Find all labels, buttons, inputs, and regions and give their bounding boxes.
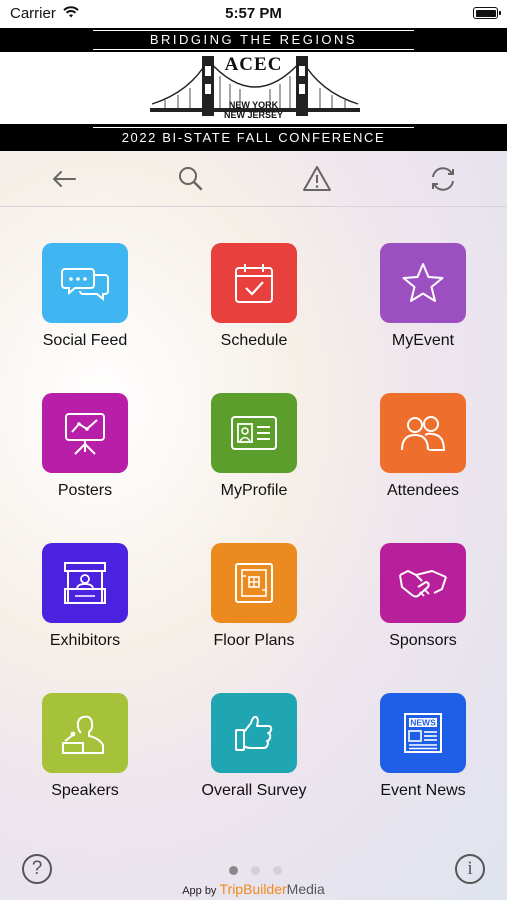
event-banner: BRIDGING THE REGIONS ACEC NEW YORK NEW J… [0, 28, 507, 151]
clock: 5:57 PM [225, 5, 282, 22]
tile-label: Sponsors [389, 632, 457, 649]
star-icon [402, 263, 444, 302]
newspaper-icon: NEWS [404, 713, 442, 753]
tile-exhibitors[interactable]: Exhibitors [15, 543, 155, 673]
floor-plan-icon [235, 563, 273, 603]
search-icon[interactable] [175, 163, 207, 195]
thumbs-up-icon [235, 715, 273, 751]
chat-bubbles-icon [61, 268, 109, 302]
tile-label: Schedule [220, 332, 288, 349]
battery-icon [473, 7, 501, 19]
tile-icon-bg [380, 543, 466, 623]
banner-tagline: BRIDGING THE REGIONS [0, 28, 507, 52]
tile-overall-survey[interactable]: Overall Survey [184, 693, 324, 823]
tile-icon-bg [211, 543, 297, 623]
people-icon [401, 416, 446, 451]
tile-social-feed[interactable]: Social Feed [15, 243, 155, 373]
tile-attendees[interactable]: Attendees [353, 393, 493, 523]
powered-by[interactable]: App by TripBuilderMedia [0, 881, 507, 897]
tile-icon-bg [42, 543, 128, 623]
tile-myprofile[interactable]: MyProfile [184, 393, 324, 523]
tile-icon-bg [380, 393, 466, 473]
tile-label: Attendees [386, 482, 460, 499]
page-indicator[interactable] [226, 866, 286, 876]
tile-icon-bg [380, 243, 466, 323]
tile-label: Speakers [51, 782, 119, 799]
tile-label: Overall Survey [201, 782, 307, 799]
presentation-board-icon [65, 413, 105, 455]
region-line-2: NEW JERSEY [223, 110, 283, 120]
tile-icon-bg [42, 693, 128, 773]
tile-label: MyProfile [220, 482, 288, 499]
handshake-icon [399, 570, 447, 598]
tile-icon-bg [42, 243, 128, 323]
booth-icon [64, 562, 106, 604]
powered-prefix: App by [182, 885, 217, 897]
tile-event-news[interactable]: NEWS Event News [353, 693, 493, 823]
svg-text:NEWS: NEWS [410, 718, 436, 728]
tile-icon-bg [211, 393, 297, 473]
tile-label: Exhibitors [49, 632, 121, 649]
help-button[interactable]: ? [22, 854, 52, 884]
arrow-left-icon[interactable] [48, 163, 80, 195]
tile-label: Posters [57, 482, 113, 499]
tile-label: Floor Plans [213, 632, 295, 649]
tile-myevent[interactable]: MyEvent [353, 243, 493, 373]
calendar-check-icon [235, 264, 273, 303]
tile-icon-bg [42, 393, 128, 473]
id-card-icon [231, 416, 277, 450]
refresh-icon[interactable] [427, 163, 459, 195]
info-button[interactable]: i [455, 854, 485, 884]
tile-schedule[interactable]: Schedule [184, 243, 324, 373]
speaker-podium-icon [62, 715, 104, 754]
brand-tripbuilder: TripBuilder [219, 881, 287, 897]
toolbar [0, 151, 507, 207]
tile-floor-plans[interactable]: Floor Plans [184, 543, 324, 673]
tile-icon-bg [211, 243, 297, 323]
page-dot-1[interactable] [229, 866, 238, 875]
brand-media: Media [286, 881, 325, 897]
tile-speakers[interactable]: Speakers [15, 693, 155, 823]
warning-icon[interactable] [301, 163, 333, 195]
page-dot-2[interactable] [251, 866, 260, 875]
tile-label: MyEvent [391, 332, 455, 349]
tile-icon-bg: NEWS [380, 693, 466, 773]
tile-label: Event News [380, 782, 466, 799]
tile-posters[interactable]: Posters [15, 393, 155, 523]
page-dot-3[interactable] [273, 866, 282, 875]
region-line-1: NEW YORK [228, 100, 279, 110]
tile-sponsors[interactable]: Sponsors [353, 543, 493, 673]
status-bar: Carrier 5:57 PM [0, 0, 507, 28]
event-title: 2022 BI-STATE FALL CONFERENCE [0, 124, 507, 151]
org-name: ACEC [224, 54, 283, 75]
tile-label: Social Feed [42, 332, 128, 349]
tile-icon-bg [211, 693, 297, 773]
